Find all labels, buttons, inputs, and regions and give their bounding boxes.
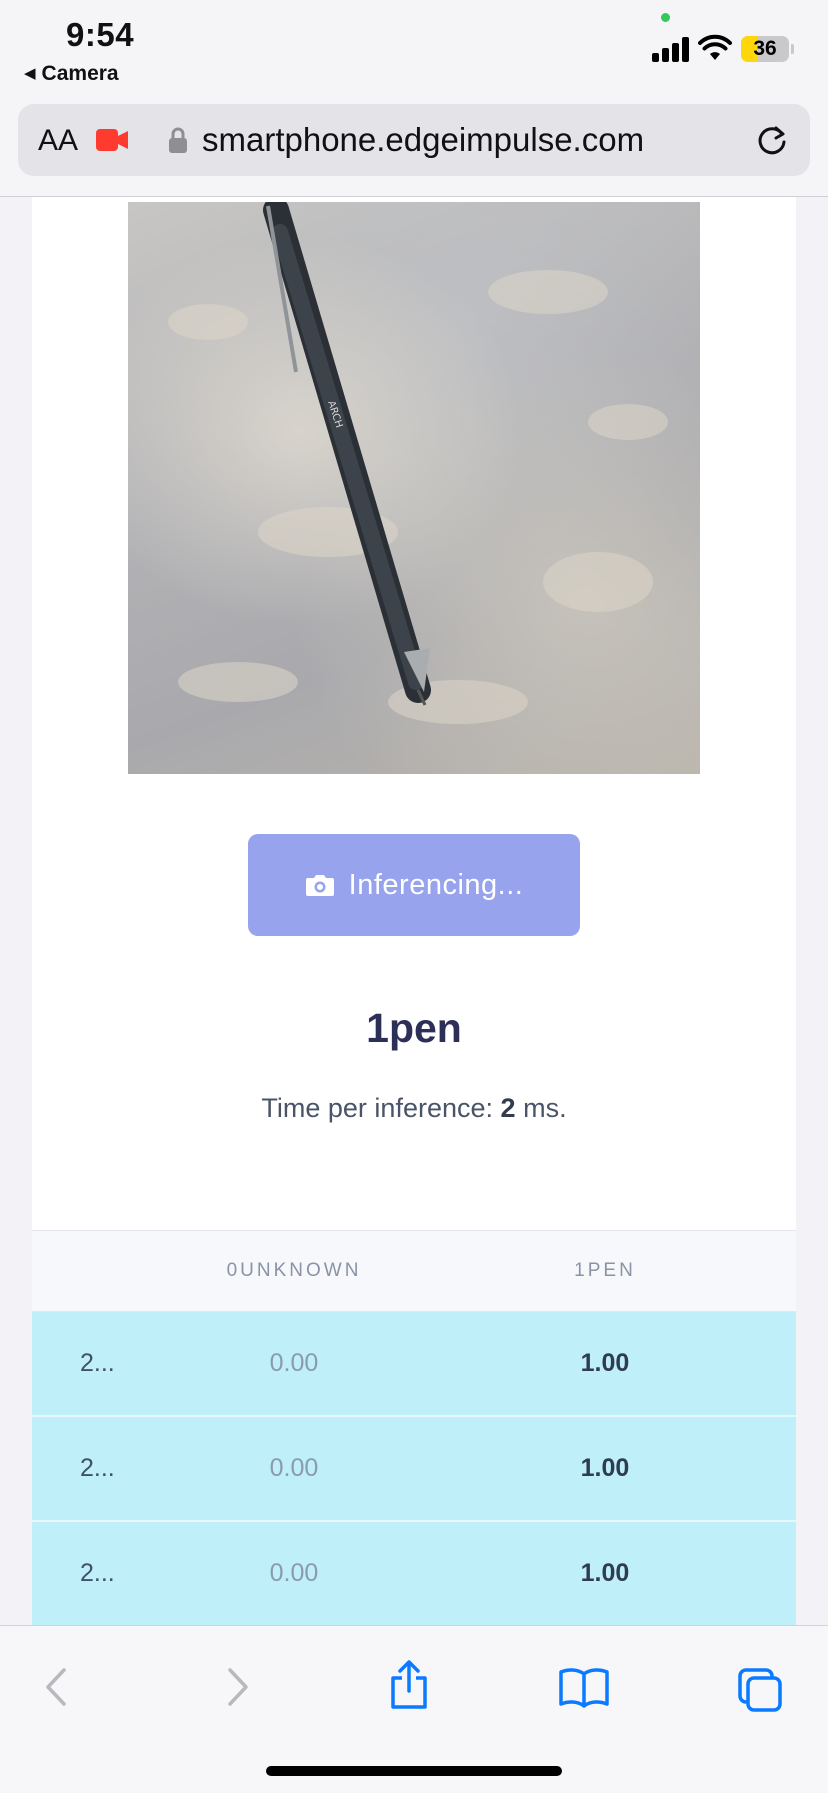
back-triangle-icon: ◀ <box>24 65 36 82</box>
bookmarks-icon[interactable] <box>558 1666 610 1708</box>
camera-icon <box>305 875 334 896</box>
inference-timing: Time per inference: 2 ms. <box>32 1093 796 1124</box>
browser-address-area: AA smartphone.edgeimpulse.com <box>0 100 828 197</box>
back-app-label: Camera <box>41 62 119 85</box>
camera-preview-image: ARCH <box>128 202 700 774</box>
row-pen-score: 1.00 <box>580 1349 630 1377</box>
row-timestamp: 2... <box>80 1349 115 1377</box>
row-timestamp: 2... <box>80 1454 115 1482</box>
timing-suffix: ms. <box>523 1093 567 1123</box>
url-text[interactable]: smartphone.edgeimpulse.com <box>202 121 644 159</box>
battery-indicator: 36 <box>741 36 789 62</box>
camera-in-use-indicator <box>661 13 670 22</box>
table-row: 2... 0.00 1.00 <box>32 1417 796 1522</box>
row-unknown-score: 0.00 <box>269 1559 319 1587</box>
table-row: 2... 0.00 1.00 <box>32 1312 796 1417</box>
timing-prefix: Time per inference: <box>261 1093 494 1123</box>
column-header-unknown: 0UNKNOWN <box>226 1260 362 1281</box>
page-content: ARCH Inferencing... 1pen Time per infere… <box>32 197 796 1625</box>
back-to-app-button[interactable]: ◀ Camera <box>24 62 119 86</box>
column-header-pen: 1PEN <box>574 1260 636 1281</box>
row-pen-score: 1.00 <box>580 1454 630 1482</box>
classification-result: 1pen <box>366 1005 462 1051</box>
inferencing-button-label: Inferencing... <box>348 868 524 901</box>
table-header: 0UNKNOWN 1PEN <box>32 1230 796 1312</box>
cellular-signal-icon <box>652 36 690 62</box>
text-size-button[interactable]: AA <box>38 124 78 158</box>
results-table: 0UNKNOWN 1PEN 2... 0.00 1.00 2... 0.00 1… <box>32 1230 796 1625</box>
row-timestamp: 2... <box>80 1559 115 1587</box>
wifi-icon <box>698 34 732 60</box>
timing-value: 2 <box>500 1093 516 1123</box>
tabs-icon[interactable] <box>736 1666 784 1714</box>
forward-icon[interactable] <box>222 1666 252 1708</box>
row-pen-score: 1.00 <box>580 1559 630 1587</box>
share-icon[interactable] <box>388 1660 430 1710</box>
table-row: 2... 0.00 1.00 <box>32 1522 796 1625</box>
row-unknown-score: 0.00 <box>269 1349 319 1377</box>
inferencing-button[interactable]: Inferencing... <box>248 834 580 936</box>
text-size-label: AA <box>38 124 79 157</box>
row-unknown-score: 0.00 <box>269 1454 319 1482</box>
pen-photo-drawing: ARCH <box>168 202 668 724</box>
address-bar[interactable]: AA smartphone.edgeimpulse.com <box>18 104 810 176</box>
lock-icon <box>169 127 187 153</box>
battery-cap <box>791 44 794 54</box>
home-indicator <box>266 1766 562 1776</box>
status-bar: 9:54 ◀ Camera 36 <box>0 0 828 100</box>
camera-recording-icon[interactable] <box>96 129 130 151</box>
status-time: 9:54 <box>66 16 135 53</box>
back-icon[interactable] <box>42 1666 72 1708</box>
reload-icon[interactable] <box>754 122 790 158</box>
battery-percent: 36 <box>753 37 777 60</box>
